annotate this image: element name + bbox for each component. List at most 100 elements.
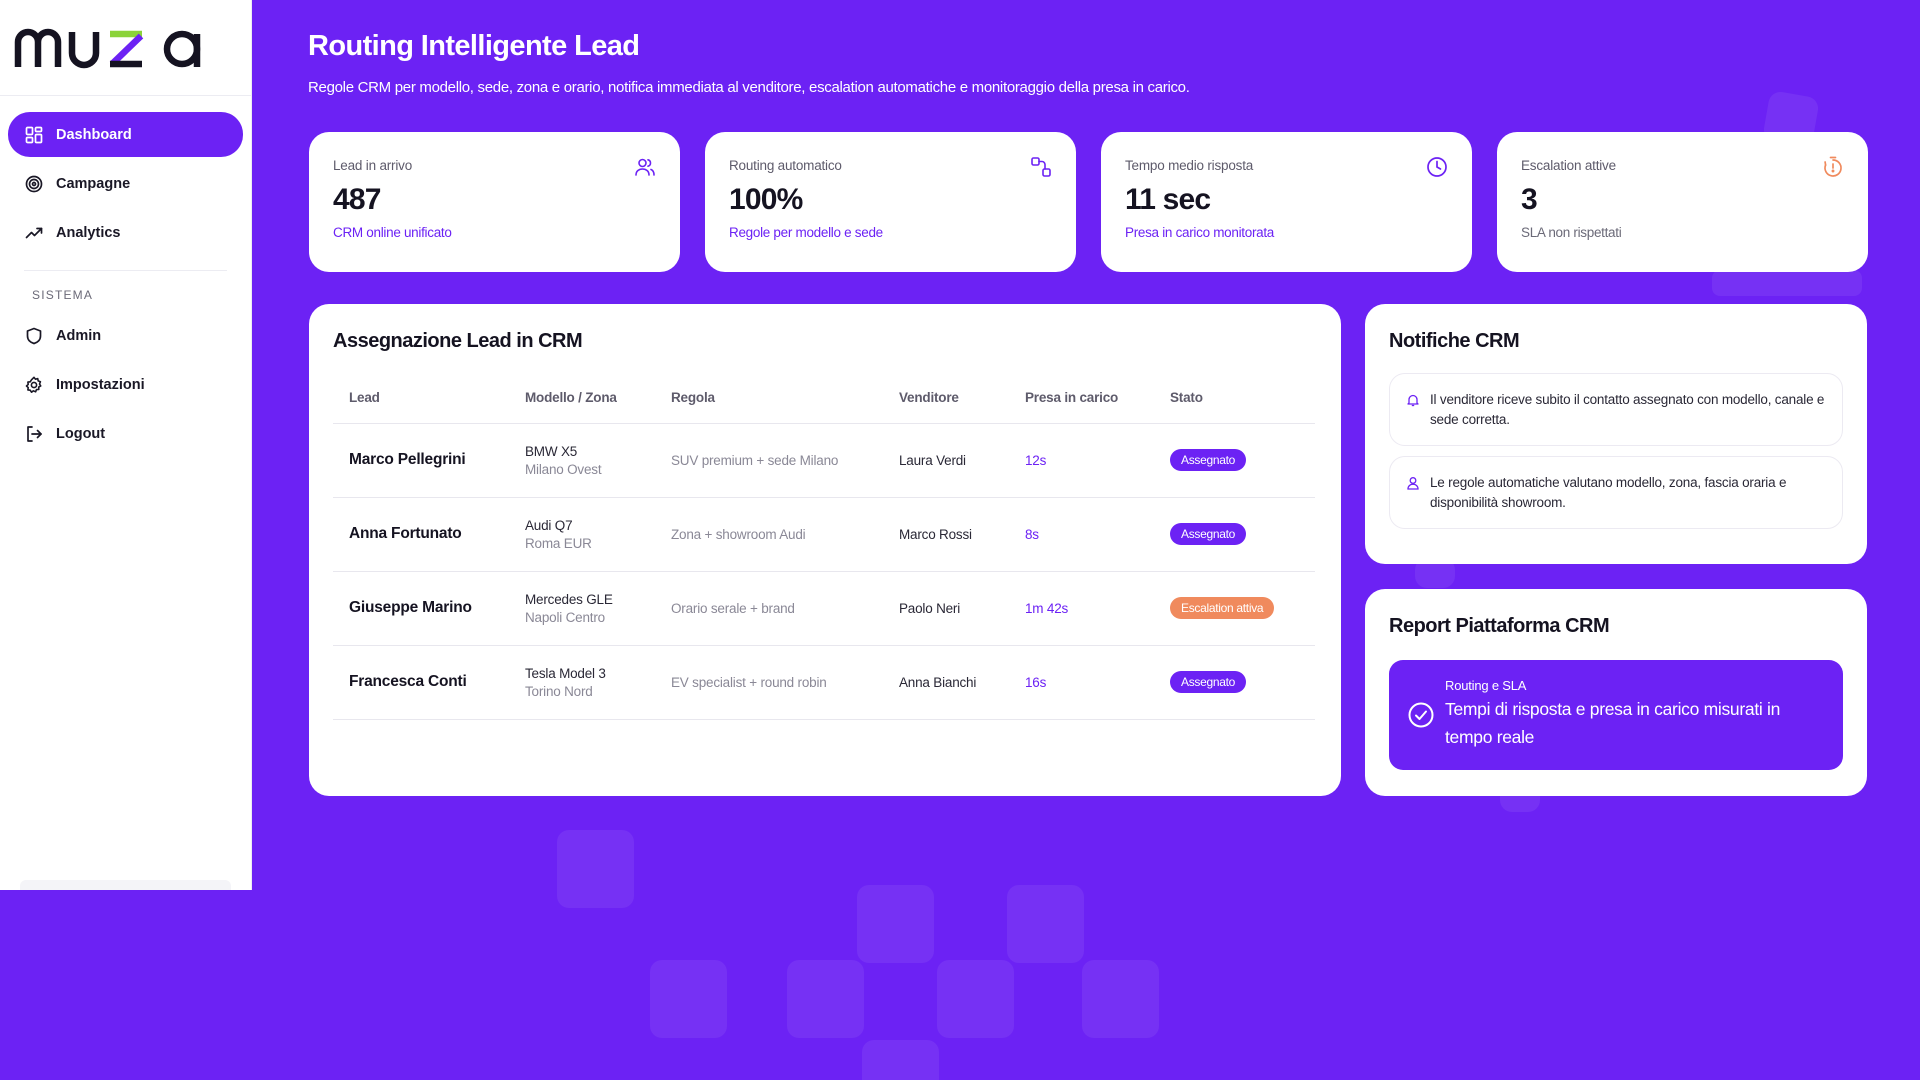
logout-icon bbox=[24, 424, 44, 444]
page-title: Routing Intelligente Lead bbox=[308, 30, 640, 62]
stat-label: Lead in arrivo bbox=[333, 158, 412, 173]
taken-time: 8s bbox=[1009, 497, 1154, 572]
stat-label: Routing automatico bbox=[729, 158, 842, 173]
lead-table: Lead Modello / Zona Regola Venditore Pre… bbox=[333, 373, 1315, 720]
background-shape bbox=[650, 960, 727, 1038]
background-shape bbox=[1007, 885, 1084, 963]
taken-time: 16s bbox=[1009, 645, 1154, 720]
lead-name: Giuseppe Marino bbox=[333, 571, 509, 646]
model: Tesla Model 3 bbox=[525, 665, 606, 681]
background-shape bbox=[557, 830, 634, 908]
stat-value: 100% bbox=[729, 183, 803, 216]
sidebar-item-admin[interactable]: Admin bbox=[8, 313, 243, 358]
background-shape bbox=[1082, 960, 1159, 1038]
model-zone-cell: Audi Q7 Roma EUR bbox=[509, 497, 655, 572]
seller: Paolo Neri bbox=[883, 571, 1009, 646]
stat-card-escalation: Escalation attive 3 SLA non rispettati bbox=[1497, 132, 1868, 272]
model-zone-cell: BMW X5 Milano Ovest bbox=[509, 423, 655, 498]
background-shape bbox=[862, 1040, 939, 1080]
column-header[interactable]: Regola bbox=[655, 373, 883, 424]
sidebar-item-analytics[interactable]: Analytics bbox=[8, 210, 243, 255]
lead-assignment-card: Assegnazione Lead in CRM Lead Modello / … bbox=[309, 304, 1341, 796]
table-row[interactable]: Francesca Conti Tesla Model 3 Torino Nord… bbox=[333, 645, 1315, 720]
main-nav: Dashboard Campagne Analytics SISTEMA Adm… bbox=[0, 96, 251, 456]
taken-time: 1m 42s bbox=[1009, 571, 1154, 646]
background-shape bbox=[1712, 270, 1862, 296]
taken-time: 12s bbox=[1009, 423, 1154, 498]
seller: Marco Rossi bbox=[883, 497, 1009, 572]
muza-logo[interactable] bbox=[14, 20, 206, 70]
rule: SUV premium + sede Milano bbox=[655, 423, 883, 498]
sidebar: Dashboard Campagne Analytics SISTEMA Adm… bbox=[0, 0, 252, 890]
seller: Laura Verdi bbox=[883, 423, 1009, 498]
status-cell: Assegnato bbox=[1154, 423, 1315, 498]
page-subtitle: Regole CRM per modello, sede, zona e ora… bbox=[308, 79, 1190, 96]
report-text: Tempi di risposta e presa in carico misu… bbox=[1445, 699, 1781, 747]
sidebar-item-label: Dashboard bbox=[56, 126, 132, 143]
seller: Anna Bianchi bbox=[883, 645, 1009, 720]
users-icon bbox=[635, 158, 655, 176]
clock-icon bbox=[1427, 157, 1447, 177]
card-title: Report Piattaforma CRM bbox=[1389, 615, 1610, 637]
stat-label: Escalation attive bbox=[1521, 158, 1616, 173]
lead-name: Anna Fortunato bbox=[333, 497, 509, 572]
card-title: Assegnazione Lead in CRM bbox=[333, 330, 583, 352]
table-row[interactable]: Marco Pellegrini BMW X5 Milano Ovest SUV … bbox=[333, 423, 1315, 498]
stat-value: 11 sec bbox=[1125, 183, 1211, 216]
model-zone-cell: Mercedes GLE Napoli Centro bbox=[509, 571, 655, 646]
gear-icon bbox=[24, 375, 44, 395]
model: Audi Q7 bbox=[525, 517, 573, 533]
rule: Zona + showroom Audi bbox=[655, 497, 883, 572]
model-zone-cell: Tesla Model 3 Torino Nord bbox=[509, 645, 655, 720]
zone: Napoli Centro bbox=[525, 609, 605, 625]
report-card: Report Piattaforma CRM Routing e SLA Tem… bbox=[1365, 589, 1867, 796]
logo-area bbox=[0, 0, 251, 96]
bell-icon bbox=[1407, 394, 1419, 407]
column-header[interactable]: Venditore bbox=[883, 373, 1009, 424]
sidebar-item-label: Analytics bbox=[56, 224, 121, 241]
column-header[interactable]: Stato bbox=[1154, 373, 1315, 424]
background-shape bbox=[787, 960, 864, 1038]
table-row[interactable]: Giuseppe Marino Mercedes GLE Napoli Centr… bbox=[333, 571, 1315, 646]
zone: Torino Nord bbox=[525, 683, 593, 699]
status-cell: Escalation attiva bbox=[1154, 571, 1315, 646]
sidebar-item-label: Campagne bbox=[56, 175, 131, 192]
stat-card-lead: Lead in arrivo 487 CRM online unificato bbox=[309, 132, 680, 272]
stat-sub: Presa in carico monitorata bbox=[1125, 225, 1275, 240]
report-kicker: Routing e SLA bbox=[1445, 678, 1527, 693]
table-row[interactable]: Anna Fortunato Audi Q7 Roma EUR Zona + sh… bbox=[333, 497, 1315, 572]
column-header[interactable]: Presa in carico bbox=[1009, 373, 1154, 424]
lead-name: Marco Pellegrini bbox=[333, 423, 509, 498]
report-highlight[interactable]: Routing e SLA Tempi di risposta e presa … bbox=[1389, 660, 1843, 770]
sidebar-item-label: Logout bbox=[56, 425, 106, 442]
notification-item[interactable]: Il venditore riceve subito il contatto a… bbox=[1389, 373, 1843, 446]
sidebar-item-campagne[interactable]: Campagne bbox=[8, 161, 243, 206]
background-shape bbox=[937, 960, 1014, 1038]
nav-divider bbox=[24, 270, 227, 271]
status-badge: Assegnato bbox=[1170, 449, 1247, 471]
user-icon bbox=[1407, 477, 1419, 490]
notification-text: Le regole automatiche valutano modello, … bbox=[1430, 475, 1787, 510]
column-header[interactable]: Modello / Zona bbox=[509, 373, 655, 424]
model: BMW X5 bbox=[525, 443, 578, 459]
notification-item[interactable]: Le regole automatiche valutano modello, … bbox=[1389, 456, 1843, 529]
status-badge: Assegnato bbox=[1170, 523, 1247, 545]
sidebar-item-dashboard[interactable]: Dashboard bbox=[8, 112, 243, 157]
column-header[interactable]: Lead bbox=[333, 373, 509, 424]
stat-sub: SLA non rispettati bbox=[1521, 225, 1622, 240]
model: Mercedes GLE bbox=[525, 591, 613, 607]
sidebar-item-label: Impostazioni bbox=[56, 376, 145, 393]
status-cell: Assegnato bbox=[1154, 645, 1315, 720]
trend-icon bbox=[24, 223, 44, 243]
nav-section-label: SISTEMA bbox=[32, 288, 94, 302]
sidebar-item-logout[interactable]: Logout bbox=[8, 411, 243, 456]
grid-icon bbox=[24, 125, 44, 145]
status-badge: Assegnato bbox=[1170, 671, 1247, 693]
stat-sub: CRM online unificato bbox=[333, 225, 452, 240]
sidebar-footer bbox=[20, 880, 231, 890]
stat-card-routing: Routing automatico 100% Regole per model… bbox=[705, 132, 1076, 272]
shield-icon bbox=[24, 326, 44, 346]
sidebar-item-impostazioni[interactable]: Impostazioni bbox=[8, 362, 243, 407]
status-badge: Escalation attiva bbox=[1170, 597, 1275, 619]
rule: Orario serale + brand bbox=[655, 571, 883, 646]
